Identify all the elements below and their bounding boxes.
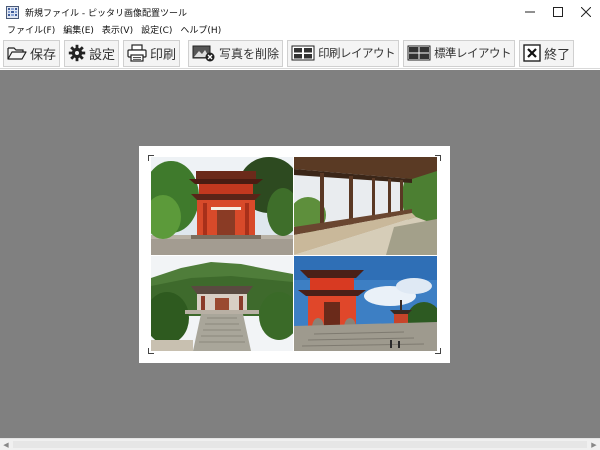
close-box-icon [523,44,541,62]
print-layout-button[interactable]: 印刷レイアウト [287,39,400,67]
horizontal-scrollbar[interactable]: ◀ ▶ [0,438,600,450]
scrollbar-thumb[interactable] [13,441,587,448]
toolbar: 保存 設定 印刷 写真を削除 印刷レイアウト 標準レイアウト 終了 [0,38,600,69]
print-page[interactable] [139,146,450,363]
folder-open-icon [7,47,27,60]
delete-photo-button[interactable]: 写真を削除 [188,39,284,67]
layout-icon [291,45,315,61]
scroll-right-icon[interactable]: ▶ [588,439,600,450]
menu-bar: ファイル(F) 編集(E) 表示(V) 設定(C) ヘルプ(H) [0,21,600,37]
menu-help[interactable]: ヘルプ(H) [176,23,225,36]
print-layout-label: 印刷レイアウト [318,46,396,60]
temple-corridor-photo[interactable] [294,157,437,255]
red-pagoda-photo[interactable] [294,256,437,351]
print-button[interactable]: 印刷 [123,39,181,67]
print-label: 印刷 [150,47,177,63]
menu-view[interactable]: 表示(V) [98,23,137,36]
standard-layout-button[interactable]: 標準レイアウト [403,39,516,67]
minimize-icon [525,11,535,13]
workspace-canvas[interactable] [0,70,600,438]
app-grid-icon [6,5,19,19]
layout-icon [407,45,431,61]
settings-button[interactable]: 設定 [64,39,120,67]
mountain-temple-photo[interactable] [151,256,293,351]
printer-icon [127,44,147,62]
red-shrine-gate-photo[interactable] [151,157,293,255]
settings-label: 設定 [89,47,116,63]
exit-label: 終了 [544,47,571,63]
save-label: 保存 [30,47,57,63]
delete-photo-icon [192,45,215,62]
exit-button[interactable]: 終了 [519,39,575,67]
scroll-left-icon[interactable]: ◀ [0,439,12,450]
save-button[interactable]: 保存 [3,39,61,67]
standard-layout-label: 標準レイアウト [434,46,512,60]
maximize-icon [553,7,563,17]
menu-edit[interactable]: 編集(E) [59,23,98,36]
close-icon [581,7,591,17]
gear-icon [68,44,86,62]
delete-photo-label: 写真を削除 [219,46,280,61]
menu-settings[interactable]: 設定(C) [137,23,176,36]
window-title: 新規ファイル - ピッタリ画像配置ツール [25,8,187,19]
menu-file[interactable]: ファイル(F) [3,23,59,36]
